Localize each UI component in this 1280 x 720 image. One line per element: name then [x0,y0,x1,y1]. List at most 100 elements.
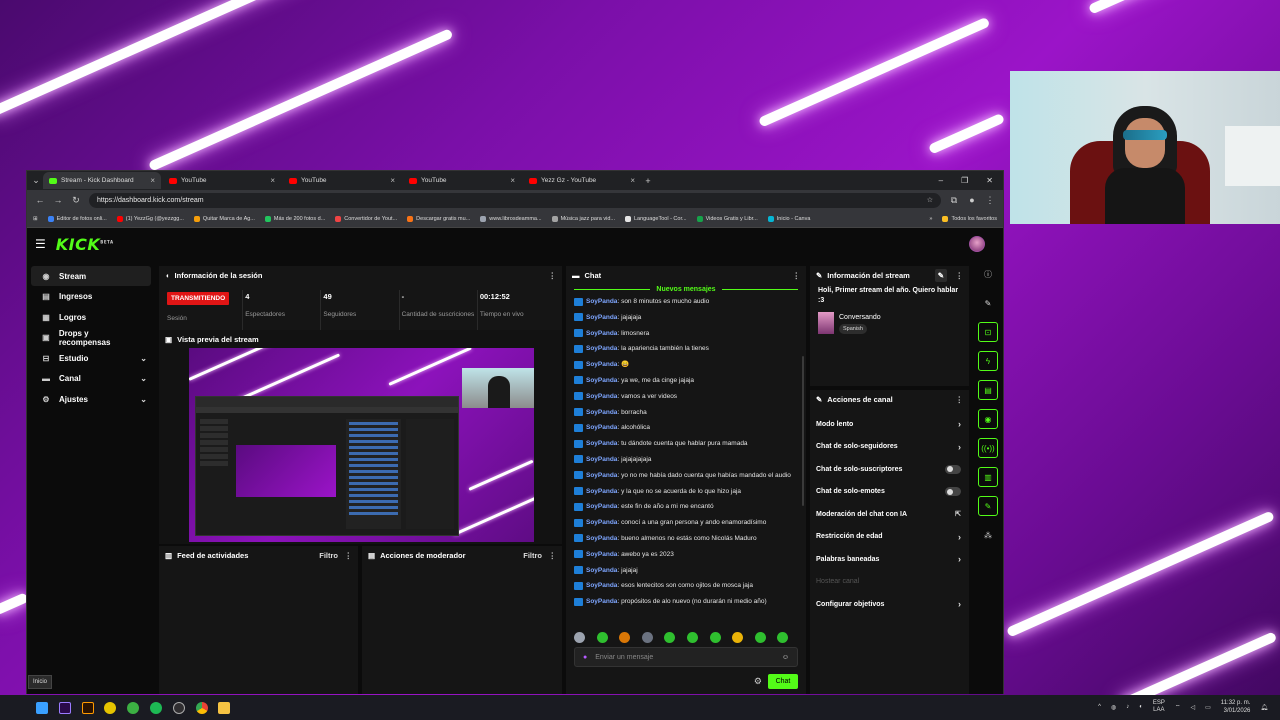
browser-tab[interactable]: YouTube × [403,172,521,189]
filter-button[interactable]: Filtro [523,551,542,560]
browser-tab[interactable]: YouTube × [283,172,401,189]
emote-icon[interactable] [754,632,766,643]
goals-item[interactable]: Configurar objetivos › [810,593,969,616]
bookmark-item[interactable]: www.librosdeamma... [480,215,542,222]
forward-icon[interactable]: → [53,195,63,205]
chat-username[interactable]: SoyPanda [586,377,617,384]
back-icon[interactable]: ← [35,195,45,205]
maximize-icon[interactable]: ❐ [961,176,968,185]
chat-username[interactable]: SoyPanda [586,567,617,574]
bookmark-item[interactable]: Quitar Marca de Ag... [193,215,255,222]
kick-logo[interactable]: KICKBETA [56,235,114,254]
emote-icon[interactable] [709,632,721,643]
spotify-icon[interactable] [149,701,162,714]
app-tray-icon[interactable]: ◍ [1111,704,1116,711]
close-tab-icon[interactable]: × [390,176,395,185]
language-indicator[interactable]: ESP LAA [1153,700,1165,714]
info-icon[interactable]: ⓘ [978,264,998,284]
browser-tab[interactable]: YouTube × [163,172,281,189]
close-tab-icon[interactable]: × [510,176,515,185]
chat-scrollbar[interactable] [802,356,804,506]
windows-start-icon[interactable] [36,701,48,714]
apps-grid-icon[interactable]: ⊞ [33,216,38,222]
bookmark-item[interactable]: (1) YezzGg (@yezzgg... [116,215,184,222]
chat-message-input[interactable]: ● Enviar un mensaje ☺ [574,647,798,667]
emote-icon[interactable] [596,632,608,643]
banned-words-item[interactable]: Palabras baneadas › [810,548,969,571]
reload-icon[interactable]: ↻ [71,195,81,206]
close-window-icon[interactable]: ✕ [986,176,993,185]
close-tab-icon[interactable]: × [270,176,275,185]
document-icon[interactable]: ▤ [978,380,998,400]
chat-username[interactable]: SoyPanda [586,598,617,605]
emote-icon[interactable] [641,632,653,643]
bookmark-item[interactable]: Descargar gratis mu... [407,215,470,222]
chevron-up-icon[interactable]: ^ [1098,704,1101,710]
clock[interactable]: 11:32 p. m. 3/01/2026 [1221,699,1251,715]
broadcast-icon[interactable]: ((•)) [978,438,998,458]
chat-username[interactable]: SoyPanda [586,393,617,400]
chat-messages[interactable]: Nuevos mensajes SoyPanda: son 8 minutos … [566,284,806,624]
edit-icon[interactable]: ✎ [978,293,998,313]
app-icon[interactable] [127,701,140,714]
chat-username[interactable]: SoyPanda [586,424,617,431]
network-icon[interactable]: ⌔ [1175,703,1181,711]
send-chat-button[interactable]: Chat [768,674,798,689]
battery-icon[interactable]: ▭ [1205,704,1211,711]
tab-search-icon[interactable]: ⌄ [31,175,41,186]
chat-settings-icon[interactable]: ⚙ [754,676,762,687]
more-options-icon[interactable]: ⋮ [549,551,557,560]
more-bookmarks-icon[interactable]: » [929,216,932,222]
more-options-icon[interactable]: ⋮ [793,271,801,280]
bookmark-item[interactable]: Música jazz para vid... [551,215,615,222]
bookmark-item[interactable]: Editor de fotos onli... [47,215,107,222]
chat-username[interactable]: SoyPanda [586,314,617,321]
chat-username[interactable]: SoyPanda [586,551,617,558]
followers-only-item[interactable]: Chat de solo-seguidores › [810,436,969,459]
close-tab-icon[interactable]: × [630,176,635,185]
extensions-icon[interactable]: ⧉ [949,195,959,206]
scene-icon[interactable]: ⊡ [978,322,998,342]
bookmark-star-icon[interactable]: ☆ [927,196,933,204]
avatar[interactable] [969,236,985,252]
app-tray-icon[interactable]: ◐ [1139,704,1143,710]
subscribers-only-toggle[interactable] [945,464,961,474]
emotes-only-toggle[interactable] [945,487,961,497]
illustrator-icon[interactable] [81,701,94,714]
more-options-icon[interactable]: ⋮ [549,271,557,280]
all-bookmarks[interactable]: Todos los favoritos [942,215,997,222]
browser-tab[interactable]: Yezz Gz - YouTube × [523,172,641,189]
emote-icon[interactable] [664,632,676,643]
file-explorer-icon[interactable] [218,701,231,714]
more-options-icon[interactable]: ⋮ [345,551,353,560]
sidebar-item-drops[interactable]: ▣ Drops y recompensas [31,328,151,348]
sidebar-item-ingresos[interactable]: ▤ Ingresos [31,287,151,307]
microphone-icon[interactable]: ♪ [1126,704,1129,710]
menu-icon[interactable]: ☰ [35,237,46,251]
more-options-icon[interactable]: ⋮ [956,395,964,404]
chat-username[interactable]: SoyPanda [586,330,617,337]
url-input[interactable]: https://dashboard.kick.com/stream ☆ [89,192,941,208]
chat-bubble-icon[interactable]: ◉ [978,409,998,429]
emote-icon[interactable] [574,632,585,643]
minimize-icon[interactable]: – [939,176,943,185]
emote-icon[interactable] [619,632,631,643]
bookmark-item[interactable]: Inicio - Canva [767,215,810,222]
profile-icon[interactable]: ● [967,195,977,205]
emote-icon[interactable] [732,632,744,643]
sidebar-item-stream[interactable]: ◉ Stream [31,266,151,286]
more-options-icon[interactable]: ⋮ [956,271,964,280]
emote-icon[interactable] [777,632,789,643]
age-restriction-item[interactable]: Restricción de edad › [810,526,969,549]
chat-username[interactable]: SoyPanda [586,535,617,542]
emote-icon[interactable] [686,632,698,643]
chat-username[interactable]: SoyPanda [586,472,617,479]
new-tab-icon[interactable]: + [643,176,653,186]
obs-icon[interactable] [172,701,185,714]
sidebar-item-estudio[interactable]: ⊟ Estudio ⌄ [31,348,151,368]
app-icon[interactable] [104,701,117,714]
bookmark-item[interactable]: Convertidor de Yout... [335,215,397,222]
bookmark-item[interactable]: Videos Gratis y Libr... [696,215,758,222]
bookmark-item[interactable]: Más de 200 fotos d... [264,215,325,222]
chat-username[interactable]: SoyPanda [586,456,617,463]
